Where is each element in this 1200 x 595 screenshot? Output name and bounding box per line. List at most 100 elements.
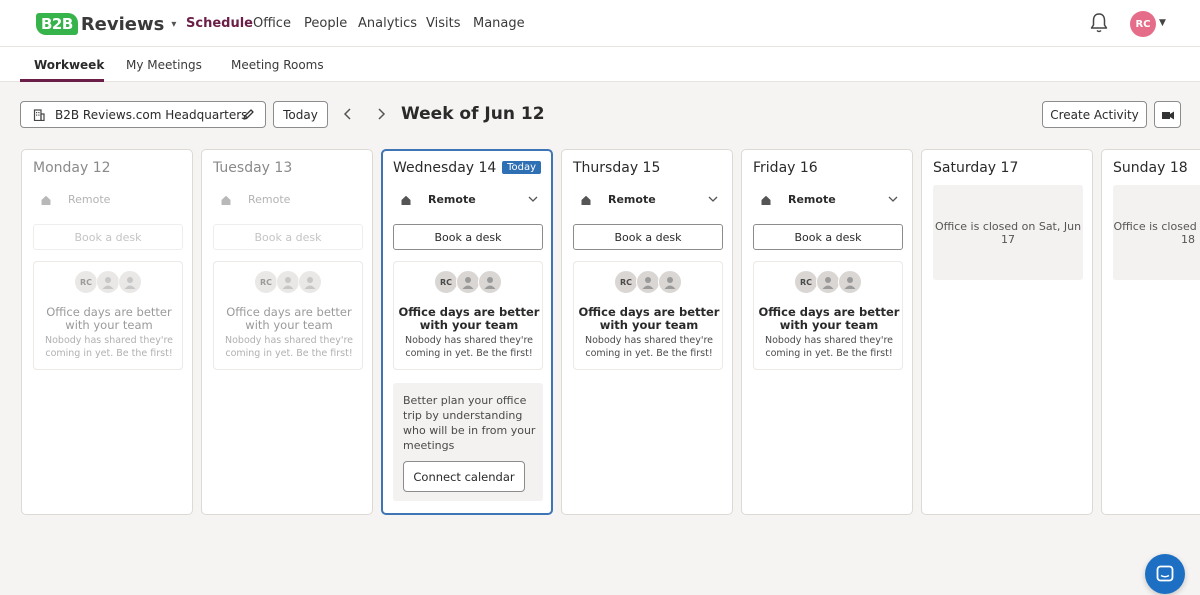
logo-badge: B2B	[36, 13, 78, 35]
status-selector: Remote	[213, 185, 363, 214]
pencil-icon[interactable]	[242, 108, 255, 121]
team-card-title: Office days are better with your team	[758, 305, 900, 332]
nav-visits[interactable]: Visits	[426, 16, 460, 31]
create-activity-button[interactable]: Create Activity	[1042, 101, 1147, 128]
camera-icon	[1161, 111, 1174, 119]
person-icon	[298, 270, 322, 294]
tab-meeting-rooms[interactable]: Meeting Rooms	[231, 58, 324, 72]
team-card-title: Office days are better with your team	[226, 305, 352, 332]
location-label: B2B Reviews.com Headquarters	[55, 107, 248, 122]
nav-people[interactable]: People	[304, 16, 347, 31]
home-icon	[217, 191, 235, 209]
person-icon	[838, 270, 862, 294]
team-card-subtitle: Nobody has shared they're coming in yet.…	[405, 335, 533, 359]
chevron-left-icon[interactable]	[340, 106, 356, 122]
day-column-monday: Monday 12 Remote Book a desk RC Office d…	[21, 149, 193, 515]
building-icon	[33, 108, 45, 121]
calendar-promo-text: Better plan your office trip by understa…	[403, 394, 536, 452]
office-closed-notice: Office is closed on Sat, Jun 17	[933, 185, 1083, 280]
team-card: RC Office days are better with your team…	[33, 261, 183, 370]
chevron-down-icon[interactable]	[707, 193, 719, 205]
office-closed-notice: Office is closed on Sun, Jun 18	[1113, 185, 1200, 280]
nav-office[interactable]: Office	[253, 16, 291, 31]
avatar: RC	[434, 270, 458, 294]
avatar: RC	[614, 270, 638, 294]
avatar: RC	[794, 270, 818, 294]
status-label: Remote	[68, 193, 111, 206]
team-card: RC Office days are better with your team…	[213, 261, 363, 370]
team-card-subtitle: Nobody has shared they're coming in yet.…	[45, 335, 173, 359]
status-selector: Remote	[33, 185, 183, 214]
team-card-subtitle: Nobody has shared they're coming in yet.…	[225, 335, 353, 359]
today-button[interactable]: Today	[273, 101, 328, 128]
status-label: Remote	[608, 193, 656, 206]
tab-my-meetings[interactable]: My Meetings	[126, 58, 202, 72]
bell-icon[interactable]	[1089, 12, 1109, 34]
team-card-subtitle: Nobody has shared they're coming in yet.…	[585, 335, 713, 359]
day-name: Sunday 18	[1113, 160, 1188, 176]
person-icon	[96, 270, 120, 294]
nav-analytics[interactable]: Analytics	[358, 16, 417, 31]
team-card: RC Office days are better with your team…	[573, 261, 723, 370]
person-icon	[456, 270, 480, 294]
team-card: RC Office days are better with your team…	[393, 261, 543, 370]
team-card: RC Office days are better with your team…	[753, 261, 903, 370]
chevron-right-icon[interactable]	[373, 106, 389, 122]
team-card-title: Office days are better with your team	[578, 305, 720, 332]
book-desk-button[interactable]: Book a desk	[753, 224, 903, 250]
status-selector[interactable]: Remote	[393, 185, 543, 214]
sub-tabs: Workweek My Meetings Meeting Rooms	[0, 47, 1200, 82]
day-column-tuesday: Tuesday 13 Remote Book a desk RC Office …	[201, 149, 373, 515]
chevron-down-icon[interactable]	[887, 193, 899, 205]
person-icon	[478, 270, 502, 294]
status-label: Remote	[788, 193, 836, 206]
day-column-thursday: Thursday 15 Remote Book a desk RC Office…	[561, 149, 733, 515]
day-column-saturday: Saturday 17 Office is closed on Sat, Jun…	[921, 149, 1093, 515]
avatar: RC	[74, 270, 98, 294]
avatar-group: RC	[74, 270, 146, 294]
week-title: Week of Jun 12	[401, 104, 545, 124]
camera-button[interactable]	[1154, 101, 1181, 128]
connect-calendar-button[interactable]: Connect calendar	[403, 461, 525, 492]
chevron-down-icon[interactable]	[527, 193, 539, 205]
logo[interactable]: B2B Reviews ▾	[36, 11, 176, 37]
chat-button[interactable]	[1145, 554, 1185, 594]
day-column-friday: Friday 16 Remote Book a desk RC Office d…	[741, 149, 913, 515]
day-name: Tuesday 13	[213, 160, 293, 176]
logo-text: Reviews	[80, 13, 165, 35]
location-selector[interactable]: B2B Reviews.com Headquarters	[20, 101, 266, 128]
person-icon	[658, 270, 682, 294]
avatar: RC	[254, 270, 278, 294]
book-desk-button[interactable]: Book a desk	[393, 224, 543, 250]
chat-icon	[1156, 565, 1174, 582]
chevron-down-icon[interactable]: ▼	[1159, 18, 1166, 28]
day-column-sunday: Sunday 18 Office is closed on Sun, Jun 1…	[1101, 149, 1200, 515]
tab-workweek[interactable]: Workweek	[34, 58, 104, 72]
home-icon	[397, 191, 415, 209]
avatar[interactable]: RC	[1130, 11, 1156, 37]
day-name: Saturday 17	[933, 160, 1019, 176]
status-label: Remote	[428, 193, 476, 206]
day-name: Thursday 15	[573, 160, 661, 176]
book-desk-button: Book a desk	[33, 224, 183, 250]
book-desk-button[interactable]: Book a desk	[573, 224, 723, 250]
team-card-subtitle: Nobody has shared they're coming in yet.…	[765, 335, 893, 359]
chevron-down-icon[interactable]: ▾	[171, 19, 176, 30]
status-selector[interactable]: Remote	[753, 185, 903, 214]
nav-manage[interactable]: Manage	[473, 16, 525, 31]
person-icon	[636, 270, 660, 294]
avatar-group: RC	[794, 270, 866, 294]
status-label: Remote	[248, 193, 291, 206]
day-name: Friday 16	[753, 160, 818, 176]
status-selector[interactable]: Remote	[573, 185, 723, 214]
avatar-group: RC	[434, 270, 506, 294]
home-icon	[577, 191, 595, 209]
active-tab-indicator	[20, 79, 104, 82]
nav-schedule[interactable]: Schedule	[186, 16, 253, 31]
home-icon	[757, 191, 775, 209]
day-name: Wednesday 14	[393, 160, 497, 176]
top-nav: B2B Reviews ▾ Schedule Office People Ana…	[0, 0, 1200, 47]
person-icon	[276, 270, 300, 294]
day-column-wednesday: Wednesday 14 Today Remote Book a desk RC…	[381, 149, 553, 515]
book-desk-button: Book a desk	[213, 224, 363, 250]
